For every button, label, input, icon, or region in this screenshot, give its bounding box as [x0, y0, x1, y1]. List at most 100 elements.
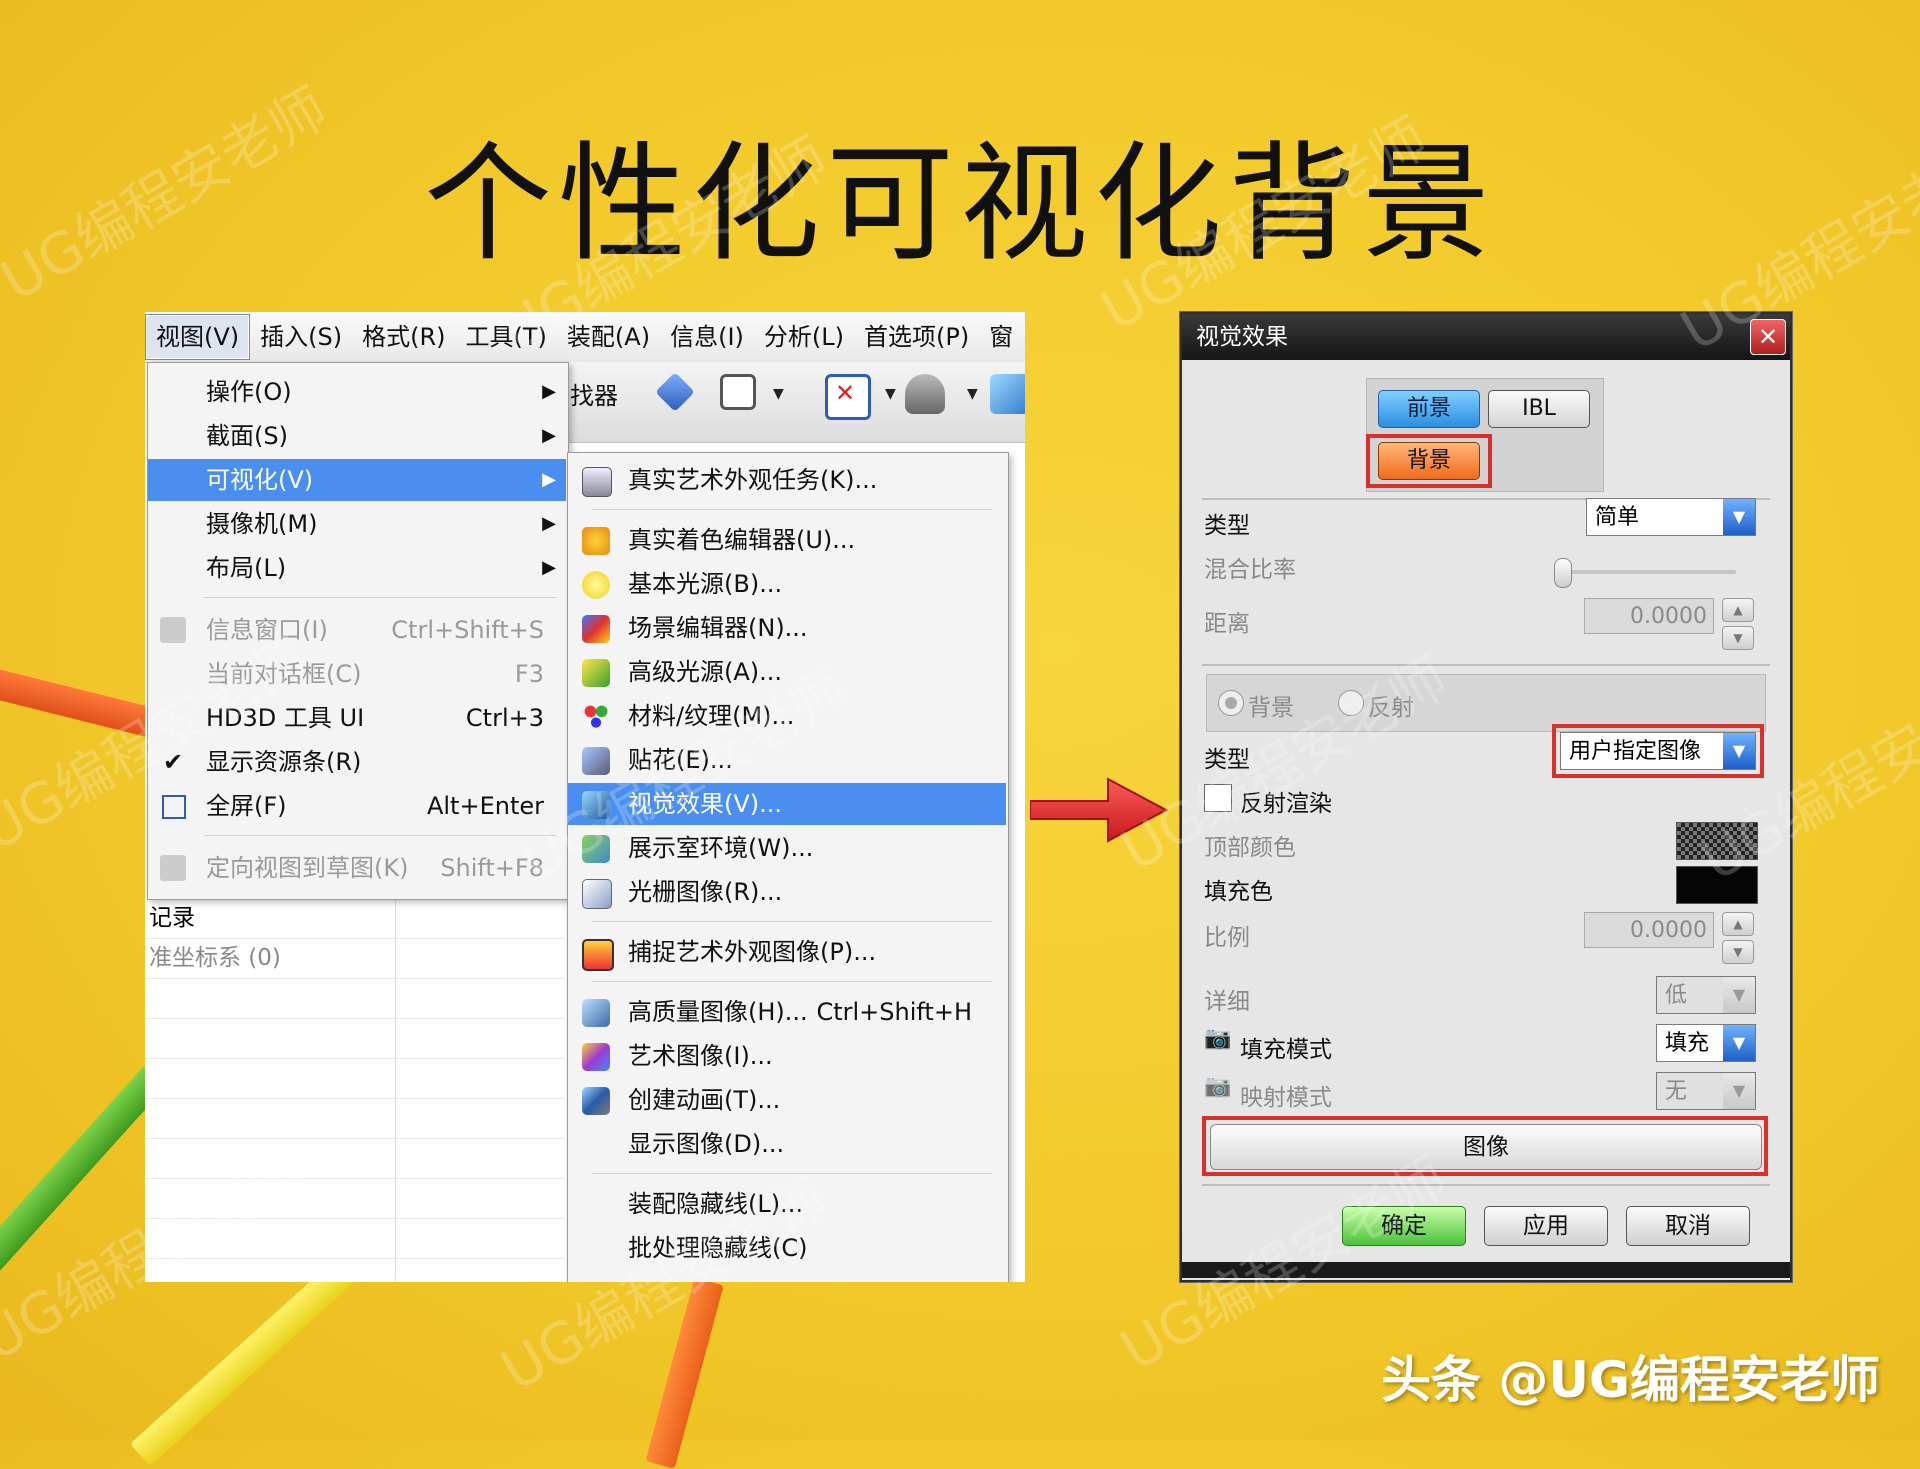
chevron-down-icon[interactable]: ▼ [967, 386, 978, 402]
part-navigator: 记录 准坐标系 (0) [145, 898, 565, 1282]
menu-analysis[interactable]: 分析(L) [754, 315, 854, 359]
menu-item-orient-view-sketch[interactable]: 定向视图到草图(K) Shift+F8 [148, 847, 566, 889]
chevron-down-icon[interactable]: ▼ [885, 386, 896, 402]
menu-item-display-image[interactable]: 显示图像(D)... [568, 1123, 1006, 1165]
menu-item-basic-lights[interactable]: 基本光源(B)... [568, 563, 1006, 605]
reflect-render-checkbox[interactable] [1204, 784, 1232, 812]
menu-item-layout[interactable]: 布局(L) ▶ [148, 547, 566, 589]
list-item [145, 1058, 565, 1099]
menu-item-visualization[interactable]: 可视化(V) ▶ [148, 459, 566, 501]
toolbar-finder-label[interactable]: 找器 [570, 376, 618, 411]
menu-format[interactable]: 格式(R) [352, 315, 455, 359]
menu-item-true-studio-task[interactable]: 真实艺术外观任务(K)... [568, 459, 1006, 501]
menu-item-label: 真实艺术外观任务(K)... [628, 466, 878, 494]
chevron-right-icon: ▶ [542, 425, 556, 446]
chevron-down-icon[interactable]: ▼ [1723, 1025, 1755, 1061]
fit-view-icon[interactable] [825, 374, 871, 420]
ok-button[interactable]: 确定 [1342, 1206, 1466, 1246]
arrow-right-icon [1030, 777, 1169, 843]
menu-item-decal[interactable]: 贴花(E)... [568, 739, 1006, 781]
cube-view-icon[interactable] [990, 374, 1025, 414]
menu-item-label: 截面(S) [206, 422, 288, 450]
menu-item-current-dialog[interactable]: 当前对话框(C) F3 [148, 653, 566, 695]
list-item [145, 1018, 565, 1059]
menu-item-operation[interactable]: 操作(O) ▶ [148, 371, 566, 413]
chevron-down-icon[interactable]: ▼ [1723, 499, 1755, 535]
list-item[interactable]: 准坐标系 (0) [145, 938, 565, 979]
dialog-title-bar[interactable]: 视觉效果 ✕ [1182, 314, 1790, 360]
blend-ratio-slider-track[interactable] [1562, 570, 1736, 574]
menu-item-label: 全屏(F) [206, 792, 287, 820]
menu-assembly[interactable]: 装配(A) [557, 315, 660, 359]
menu-item-materials-textures[interactable]: 材料/纹理(M)... [568, 695, 1006, 737]
distance-label: 距离 [1204, 611, 1250, 637]
radio-background[interactable] [1218, 690, 1244, 716]
menu-item-showroom-environment[interactable]: 展示室环境(W)... [568, 827, 1006, 869]
raster-image-icon [582, 879, 612, 909]
fill-mode-select[interactable]: 填充 ▼ [1656, 1024, 1756, 1062]
cancel-button[interactable]: 取消 [1626, 1206, 1750, 1246]
menu-window[interactable]: 窗 [979, 315, 1023, 359]
menu-item-raster-image[interactable]: 光栅图像(R)... [568, 871, 1006, 913]
radio-background-label: 背景 [1248, 695, 1294, 721]
menu-item-label: 贴花(E)... [628, 746, 733, 774]
menu-item-high-quality-image[interactable]: 高质量图像(H)... Ctrl+Shift+H [568, 991, 1006, 1033]
chevron-down-icon[interactable]: ▼ [773, 386, 784, 402]
chevron-down-icon[interactable]: ▼ [1723, 977, 1755, 1013]
top-color-swatch[interactable] [1676, 822, 1758, 860]
tab-ibl[interactable]: IBL [1488, 390, 1590, 428]
menu-info[interactable]: 信息(I) [660, 315, 754, 359]
scale-input[interactable]: 0.0000 [1584, 912, 1714, 948]
fill-color-swatch[interactable] [1676, 866, 1758, 904]
menu-item-section[interactable]: 截面(S) ▶ [148, 415, 566, 457]
apply-button[interactable]: 应用 [1484, 1206, 1608, 1246]
menu-item-assembly-hidden-lines[interactable]: 装配隐藏线(L)... [568, 1183, 1006, 1225]
spin-down-icon[interactable]: ▼ [1722, 940, 1754, 964]
menu-item-create-animation[interactable]: 创建动画(T)... [568, 1079, 1006, 1121]
snap-icon[interactable] [720, 374, 756, 410]
menu-preferences[interactable]: 首选项(P) [854, 315, 979, 359]
decal-icon [582, 747, 610, 775]
reflect-render-label: 反射渲染 [1240, 791, 1332, 817]
menu-item-label: 高级光源(A)... [628, 658, 783, 686]
artistic-image-icon [582, 1043, 610, 1071]
menu-item-label: 摄像机(M) [206, 510, 318, 538]
menu-item-info-window[interactable]: 信息窗口(I) Ctrl+Shift+S [148, 609, 566, 651]
divider [1202, 1184, 1770, 1186]
menu-item-hd3d-tools[interactable]: HD3D 工具 UI Ctrl+3 [148, 697, 566, 739]
distance-input[interactable]: 0.0000 [1584, 598, 1714, 634]
close-icon[interactable]: ✕ [1750, 319, 1786, 355]
type-select[interactable]: 简单 ▼ [1586, 498, 1756, 536]
type-label: 类型 [1204, 513, 1250, 539]
menu-item-true-shading-editor[interactable]: 真实着色编辑器(U)... [568, 519, 1006, 561]
spin-down-icon[interactable]: ▼ [1722, 626, 1754, 650]
menu-item-artistic-image[interactable]: 艺术图像(I)... [568, 1035, 1006, 1077]
menu-item-shortcut: Shift+F8 [440, 854, 544, 882]
menu-item-capture-studio-image[interactable]: 捕捉艺术外观图像(P)... [568, 931, 1006, 973]
list-item[interactable]: 记录 [145, 898, 565, 939]
menu-item-label: 创建动画(T)... [628, 1086, 781, 1114]
render-style-icon[interactable] [905, 374, 945, 414]
menu-item-batch-hidden-lines[interactable]: 批处理隐藏线(C) [568, 1227, 1006, 1269]
menu-tools[interactable]: 工具(T) [456, 315, 557, 359]
radio-reflection[interactable] [1338, 690, 1364, 716]
info-window-icon [160, 617, 186, 643]
menu-item-advanced-lights[interactable]: 高级光源(A)... [568, 651, 1006, 693]
menu-item-visual-effects[interactable]: 视觉效果(V)... [568, 783, 1006, 825]
list-item [145, 1098, 565, 1139]
detail-select[interactable]: 低 ▼ [1656, 976, 1756, 1014]
spin-up-icon[interactable]: ▲ [1722, 598, 1754, 622]
menu-item-camera[interactable]: 摄像机(M) ▶ [148, 503, 566, 545]
menu-item-resource-bar[interactable]: ✔ 显示资源条(R) [148, 741, 566, 783]
menu-item-scene-editor[interactable]: 场景编辑器(N)... [568, 607, 1006, 649]
map-mode-select[interactable]: 无 ▼ [1656, 1072, 1756, 1110]
menu-view[interactable]: 视图(V) [145, 314, 251, 360]
menu-insert[interactable]: 插入(S) [250, 315, 352, 359]
blend-ratio-slider-thumb[interactable] [1554, 558, 1572, 588]
spin-up-icon[interactable]: ▲ [1722, 912, 1754, 936]
tab-foreground[interactable]: 前景 [1378, 390, 1480, 428]
menu-divider [204, 835, 556, 836]
menu-item-fullscreen[interactable]: 全屏(F) Alt+Enter [148, 785, 566, 827]
menu-item-label: 场景编辑器(N)... [628, 614, 808, 642]
chevron-down-icon[interactable]: ▼ [1723, 1073, 1755, 1109]
